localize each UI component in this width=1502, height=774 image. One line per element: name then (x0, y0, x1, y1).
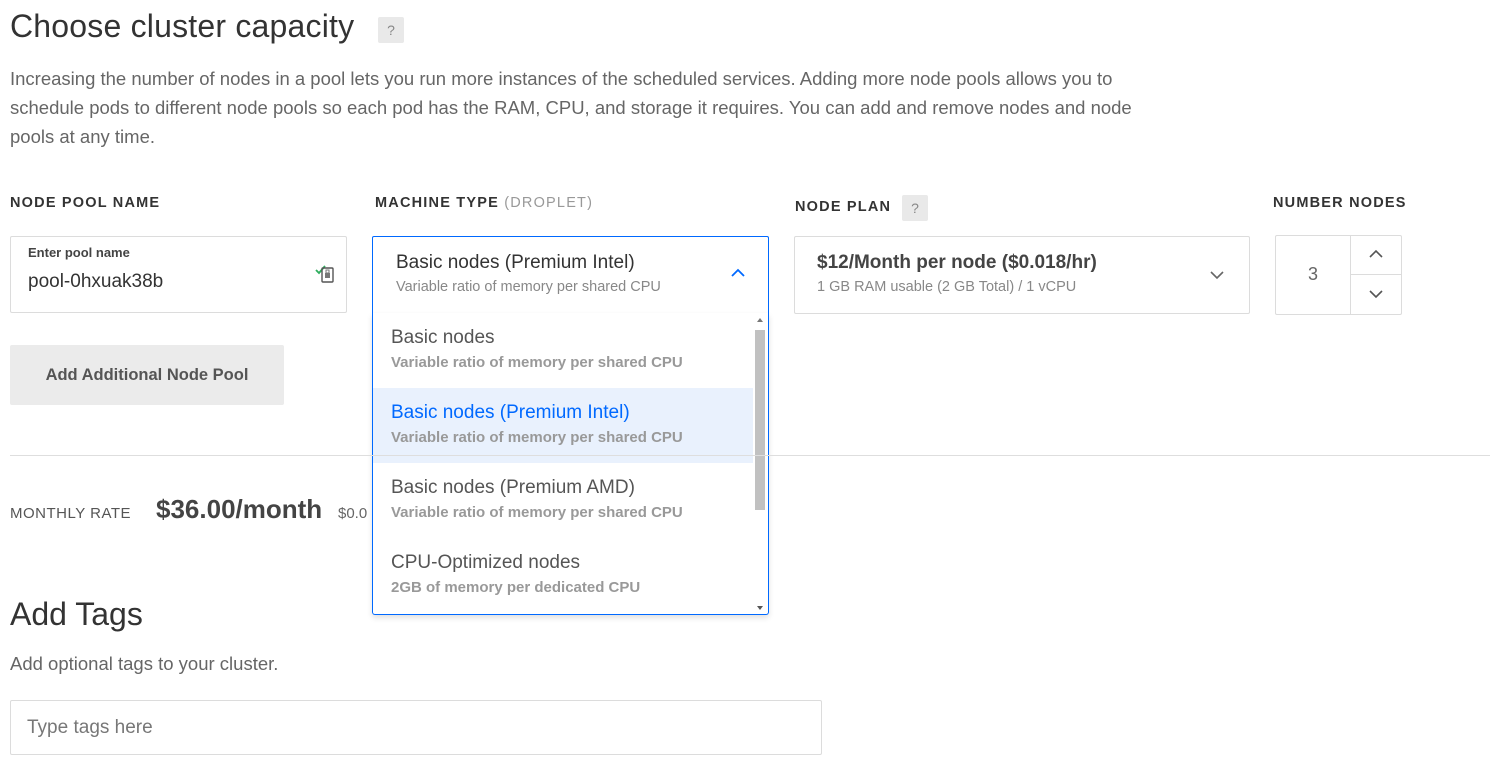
node-plan-select[interactable]: $12/Month per node ($0.018/hr) 1 GB RAM … (794, 236, 1250, 314)
scrollbar-thumb[interactable] (755, 330, 765, 510)
capacity-description: Increasing the number of nodes in a pool… (10, 68, 1132, 147)
machine-type-select[interactable]: Basic nodes (Premium Intel) Variable rat… (372, 236, 769, 314)
chevron-up-icon (731, 268, 745, 277)
option-title: CPU-Optimized nodes (391, 552, 581, 573)
node-plan-help-icon[interactable]: ? (902, 195, 928, 221)
add-node-pool-button[interactable]: Add Additional Node Pool (10, 345, 284, 405)
node-plan-label: NODE PLAN (795, 199, 892, 215)
capacity-help-icon[interactable]: ? (378, 17, 404, 43)
node-plan-subtitle: 1 GB RAM usable (2 GB Total) / 1 vCPU (817, 279, 1077, 295)
scroll-up-arrow-icon[interactable] (757, 318, 763, 322)
password-manager-icon[interactable] (314, 263, 336, 285)
machine-type-label: MACHINE TYPE (DROPLET) (375, 195, 593, 211)
pool-name-label: NODE POOL NAME (10, 195, 161, 211)
tags-description: Add optional tags to your cluster. (10, 653, 279, 674)
option-subtitle: Variable ratio of memory per shared CPU (391, 354, 683, 371)
pool-name-field[interactable]: Enter pool name pool-0hxuak38b (10, 236, 347, 313)
page-title: Choose cluster capacity (10, 8, 355, 44)
decrement-button[interactable] (1351, 275, 1402, 314)
machine-type-selected-title: Basic nodes (Premium Intel) (396, 252, 635, 273)
section-divider (10, 455, 1490, 456)
machine-type-option-basic[interactable]: Basic nodes Variable ratio of memory per… (373, 313, 753, 388)
chevron-down-icon (1210, 271, 1224, 280)
hourly-rate-value: $0.0 (338, 505, 368, 522)
number-nodes-stepper: 3 (1275, 235, 1402, 315)
chevron-up-icon (1369, 249, 1383, 258)
option-subtitle: Variable ratio of memory per shared CPU (391, 429, 683, 446)
machine-type-label-muted: (DROPLET) (504, 195, 594, 211)
scroll-down-arrow-icon[interactable] (757, 606, 763, 610)
option-subtitle: Variable ratio of memory per shared CPU (391, 504, 683, 521)
node-count-value[interactable]: 3 (1276, 236, 1350, 314)
machine-type-dropdown: Basic nodes Variable ratio of memory per… (372, 313, 769, 615)
number-nodes-label: NUMBER NODES (1273, 195, 1407, 211)
option-title: Basic nodes (391, 327, 495, 348)
option-subtitle: 2GB of memory per dedicated CPU (391, 579, 641, 596)
increment-button[interactable] (1351, 236, 1402, 275)
tags-input[interactable] (10, 700, 822, 755)
node-plan-title: $12/Month per node ($0.018/hr) (817, 252, 1097, 273)
tags-title: Add Tags (10, 596, 143, 632)
monthly-rate-label: MONTHLY RATE (10, 505, 132, 522)
pool-name-field-label: Enter pool name (28, 245, 130, 260)
pool-name-value[interactable]: pool-0hxuak38b (28, 271, 163, 293)
machine-type-label-text: MACHINE TYPE (375, 195, 499, 211)
machine-type-option-premium-amd[interactable]: Basic nodes (Premium AMD) Variable ratio… (373, 463, 753, 538)
machine-type-option-cpu-optimized[interactable]: CPU-Optimized nodes 2GB of memory per de… (373, 538, 753, 613)
monthly-rate-value: $36.00/month (156, 494, 323, 524)
chevron-down-icon (1369, 290, 1383, 299)
machine-type-selected-subtitle: Variable ratio of memory per shared CPU (396, 279, 661, 295)
dropdown-scrollbar[interactable] (754, 316, 766, 612)
stepper-buttons (1350, 236, 1402, 314)
option-title: Basic nodes (Premium AMD) (391, 477, 635, 498)
machine-type-option-premium-intel[interactable]: Basic nodes (Premium Intel) Variable rat… (373, 388, 753, 463)
option-title: Basic nodes (Premium Intel) (391, 402, 630, 423)
